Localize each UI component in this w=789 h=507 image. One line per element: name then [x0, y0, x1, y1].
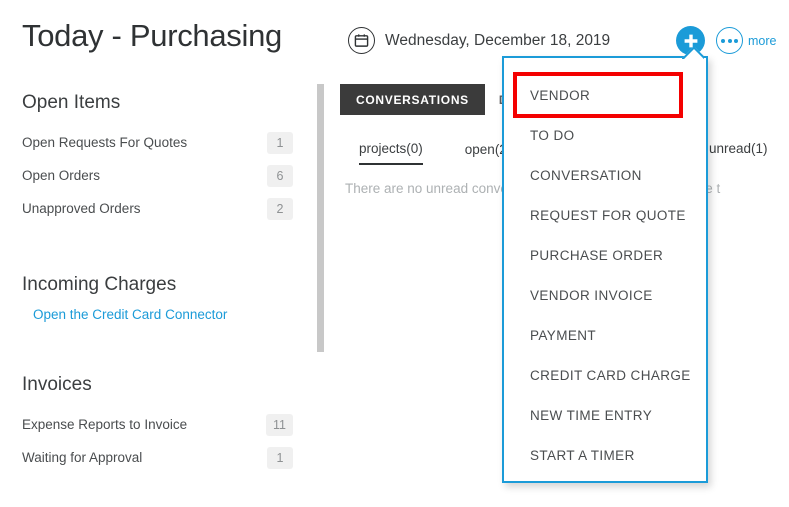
row-label: Open Requests For Quotes: [22, 135, 187, 150]
row-label: Expense Reports to Invoice: [22, 417, 187, 432]
sidebar-section-open-items: Open Items Open Requests For Quotes 1 Op…: [0, 92, 318, 225]
subtab-projects[interactable]: projects(0): [359, 141, 423, 165]
dropdown-item-list: VENDOR TO DO CONVERSATION REQUEST FOR QU…: [504, 58, 706, 475]
row-count-badge: 6: [267, 165, 293, 187]
subtab-unread[interactable]: unread(1): [709, 141, 768, 163]
dropdown-item-new-time-entry[interactable]: NEW TIME ENTRY: [504, 395, 706, 435]
dropdown-item-start-a-timer[interactable]: START A TIMER: [504, 435, 706, 475]
row-label: Waiting for Approval: [22, 450, 142, 465]
dropdown-item-conversation[interactable]: CONVERSATION: [504, 155, 706, 195]
dropdown-item-vendor-invoice[interactable]: VENDOR INVOICE: [504, 275, 706, 315]
page-title: Today - Purchasing: [22, 18, 282, 54]
open-credit-card-connector-link[interactable]: Open the Credit Card Connector: [33, 307, 227, 322]
app-root: Today - Purchasing Wednesday, December 1…: [0, 0, 789, 507]
dropdown-item-request-for-quote[interactable]: REQUEST FOR QUOTE: [504, 195, 706, 235]
dropdown-item-to-do[interactable]: TO DO: [504, 115, 706, 155]
sidebar-row-open-requests-for-quotes[interactable]: Open Requests For Quotes 1: [0, 126, 318, 159]
row-count-badge: 2: [267, 198, 293, 220]
calendar-icon: [348, 27, 375, 54]
ellipsis-icon: [716, 27, 743, 54]
row-label: Open Orders: [22, 168, 100, 183]
sidebar-row-waiting-for-approval[interactable]: Waiting for Approval 1: [0, 441, 318, 474]
sidebar-section-invoices: Invoices Expense Reports to Invoice 11 W…: [0, 374, 318, 474]
dropdown-item-vendor[interactable]: VENDOR: [516, 75, 680, 115]
row-count-badge: 1: [267, 132, 293, 154]
dropdown-pointer-arrow: [682, 47, 704, 59]
section-title-incoming-charges: Incoming Charges: [0, 274, 318, 296]
sidebar-row-unapproved-orders[interactable]: Unapproved Orders 2: [0, 192, 318, 225]
row-label: Unapproved Orders: [22, 201, 141, 216]
sidebar-row-open-orders[interactable]: Open Orders 6: [0, 159, 318, 192]
sidebar-section-incoming-charges: Incoming Charges Open the Credit Card Co…: [0, 274, 318, 324]
add-new-dropdown-menu: VENDOR TO DO CONVERSATION REQUEST FOR QU…: [502, 56, 708, 483]
more-label: more: [748, 34, 776, 48]
more-button[interactable]: more: [716, 27, 776, 54]
row-count-badge: 11: [266, 414, 293, 436]
date-block: Wednesday, December 18, 2019: [348, 27, 610, 54]
dropdown-item-credit-card-charge[interactable]: CREDIT CARD CHARGE: [504, 355, 706, 395]
current-date-label: Wednesday, December 18, 2019: [385, 32, 610, 50]
sidebar-scrollbar[interactable]: [317, 84, 324, 352]
dropdown-item-payment[interactable]: PAYMENT: [504, 315, 706, 355]
tab-conversations[interactable]: CONVERSATIONS: [340, 84, 485, 115]
dropdown-item-purchase-order[interactable]: PURCHASE ORDER: [504, 235, 706, 275]
section-title-open-items: Open Items: [0, 92, 318, 114]
row-count-badge: 1: [267, 447, 293, 469]
sidebar: Open Items Open Requests For Quotes 1 Op…: [0, 78, 318, 507]
sidebar-row-expense-reports-to-invoice[interactable]: Expense Reports to Invoice 11: [0, 408, 318, 441]
credit-card-connector-row: Open the Credit Card Connector: [0, 296, 318, 324]
section-title-invoices: Invoices: [0, 374, 318, 396]
